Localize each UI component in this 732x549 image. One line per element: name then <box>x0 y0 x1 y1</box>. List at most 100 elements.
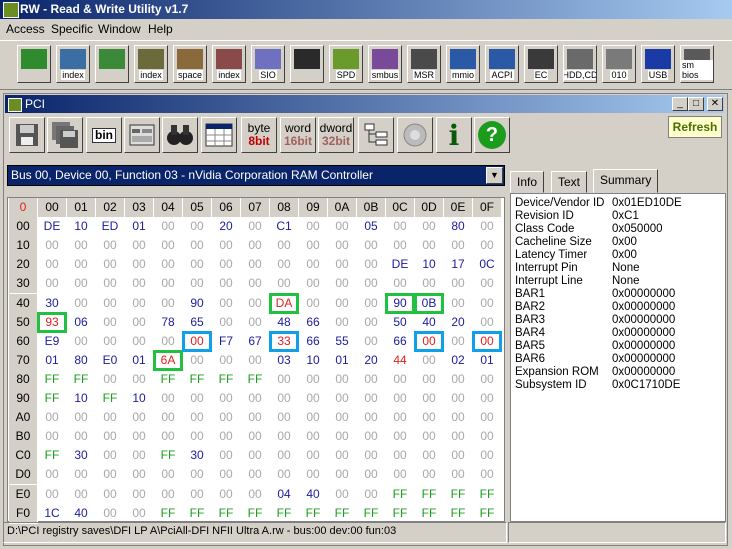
register-cell[interactable]: 65 <box>183 313 211 332</box>
register-cell[interactable]: 30 <box>67 446 95 465</box>
register-cell[interactable]: 00 <box>96 446 124 465</box>
register-cell[interactable]: 01 <box>125 351 153 370</box>
register-cell[interactable]: 00 <box>328 236 356 255</box>
register-cell[interactable]: 00 <box>96 294 124 313</box>
register-cell[interactable]: 00 <box>473 313 501 332</box>
register-cell[interactable]: 00 <box>125 408 153 427</box>
register-cell[interactable]: 00 <box>125 274 153 293</box>
register-cell[interactable]: FF <box>183 504 211 523</box>
register-cell[interactable]: FF <box>386 504 414 523</box>
register-cell[interactable]: FF <box>415 504 443 523</box>
register-cell[interactable]: 55 <box>328 332 356 351</box>
register-cell[interactable]: 00 <box>357 485 385 504</box>
register-cell[interactable]: 00 <box>96 274 124 293</box>
menu-specific[interactable]: Specific <box>51 22 93 36</box>
dropdown-arrow-icon[interactable]: ▼ <box>486 167 503 184</box>
register-cell[interactable]: 00 <box>38 274 66 293</box>
register-cell[interactable]: 00 <box>299 389 327 408</box>
help-button[interactable]: ? <box>474 117 510 153</box>
refresh-button[interactable]: Refresh <box>668 116 722 138</box>
toolbar-memory-button[interactable] <box>95 45 129 83</box>
register-cell[interactable]: 00 <box>125 313 153 332</box>
register-cell[interactable]: 00 <box>212 485 240 504</box>
register-cell[interactable]: FF <box>444 485 472 504</box>
register-cell[interactable]: 80 <box>444 217 472 236</box>
register-cell[interactable]: 01 <box>328 351 356 370</box>
register-cell[interactable]: 00 <box>67 294 95 313</box>
register-cell[interactable]: 00 <box>444 446 472 465</box>
maximize-button[interactable]: □ <box>688 97 704 111</box>
register-cell[interactable]: 00 <box>386 446 414 465</box>
register-cell[interactable]: 00 <box>154 485 182 504</box>
register-cell[interactable]: 00 <box>96 504 124 523</box>
register-cell[interactable]: E9 <box>38 332 66 351</box>
register-cell[interactable]: DE <box>386 255 414 274</box>
register-cell[interactable]: 00 <box>328 446 356 465</box>
toolbar-io-space-button[interactable]: space <box>173 45 207 83</box>
minimize-button[interactable]: _ <box>672 97 688 111</box>
menu-window[interactable]: Window <box>98 22 141 36</box>
register-cell[interactable]: 10 <box>125 389 153 408</box>
register-cell[interactable]: FF <box>96 389 124 408</box>
register-cell[interactable]: 00 <box>212 294 240 313</box>
register-cell[interactable]: 10 <box>415 255 443 274</box>
register-cell[interactable]: 00 <box>212 236 240 255</box>
register-cell[interactable]: 00 <box>67 236 95 255</box>
register-cell[interactable]: 00 <box>154 389 182 408</box>
register-cell[interactable]: 10 <box>299 351 327 370</box>
register-cell[interactable]: 00 <box>328 313 356 332</box>
register-cell[interactable]: 00 <box>357 446 385 465</box>
register-cell[interactable]: 00 <box>357 332 385 351</box>
register-cell[interactable]: FF <box>415 485 443 504</box>
register-cell[interactable]: 00 <box>415 465 443 484</box>
register-cell[interactable]: 00 <box>67 255 95 274</box>
register-cell[interactable]: ED <box>96 217 124 236</box>
toolbar-usb-button[interactable]: USB <box>641 45 675 83</box>
register-cell[interactable]: 00 <box>125 485 153 504</box>
register-cell[interactable]: 00 <box>154 236 182 255</box>
register-cell[interactable]: 00 <box>328 274 356 293</box>
register-cell[interactable]: 48 <box>270 313 298 332</box>
register-cell[interactable]: 10 <box>67 389 95 408</box>
tab-summary[interactable]: Summary <box>593 169 659 193</box>
register-cell[interactable]: 00 <box>415 217 443 236</box>
register-cell[interactable]: 00 <box>415 370 443 389</box>
register-cell[interactable]: 00 <box>67 408 95 427</box>
register-cell[interactable]: 66 <box>299 332 327 351</box>
register-cell[interactable]: 00 <box>357 255 385 274</box>
register-cell[interactable]: 00 <box>212 351 240 370</box>
register-cell[interactable]: 00 <box>444 389 472 408</box>
register-cell[interactable]: FF <box>212 504 240 523</box>
register-cell[interactable]: 00 <box>357 370 385 389</box>
register-cell[interactable]: 00 <box>67 465 95 484</box>
register-cell[interactable]: 00 <box>67 274 95 293</box>
register-cell[interactable]: 00 <box>386 427 414 446</box>
grid-view-button[interactable] <box>201 117 237 153</box>
register-cell[interactable]: 00 <box>38 255 66 274</box>
register-cell[interactable]: 00 <box>473 370 501 389</box>
register-cell[interactable]: 00 <box>299 465 327 484</box>
register-cell[interactable]: 00 <box>154 217 182 236</box>
register-cell[interactable]: 00 <box>270 274 298 293</box>
register-cell[interactable]: 00 <box>386 389 414 408</box>
toolbar-msr-button[interactable]: MSR <box>407 45 441 83</box>
register-cell[interactable]: 00 <box>473 427 501 446</box>
register-cell[interactable]: 00 <box>386 217 414 236</box>
register-cell[interactable]: 00 <box>183 408 211 427</box>
toolbar-mmio-button[interactable]: mmio <box>446 45 480 83</box>
register-cell[interactable]: 00 <box>328 255 356 274</box>
register-cell[interactable]: 44 <box>386 351 414 370</box>
register-cell[interactable]: 00 <box>299 408 327 427</box>
register-cell[interactable]: 00 <box>415 389 443 408</box>
register-cell[interactable]: 00 <box>328 389 356 408</box>
register-cell[interactable]: 00 <box>38 236 66 255</box>
register-cell[interactable]: 00 <box>38 485 66 504</box>
register-cell[interactable]: 50 <box>386 313 414 332</box>
register-cell[interactable]: 00 <box>357 236 385 255</box>
register-cell[interactable]: 01 <box>38 351 66 370</box>
register-cell[interactable]: 00 <box>212 274 240 293</box>
register-cell[interactable]: 00 <box>241 255 269 274</box>
register-cell[interactable]: 00 <box>183 485 211 504</box>
register-cell[interactable]: 20 <box>444 313 472 332</box>
register-cell[interactable]: 00 <box>473 465 501 484</box>
